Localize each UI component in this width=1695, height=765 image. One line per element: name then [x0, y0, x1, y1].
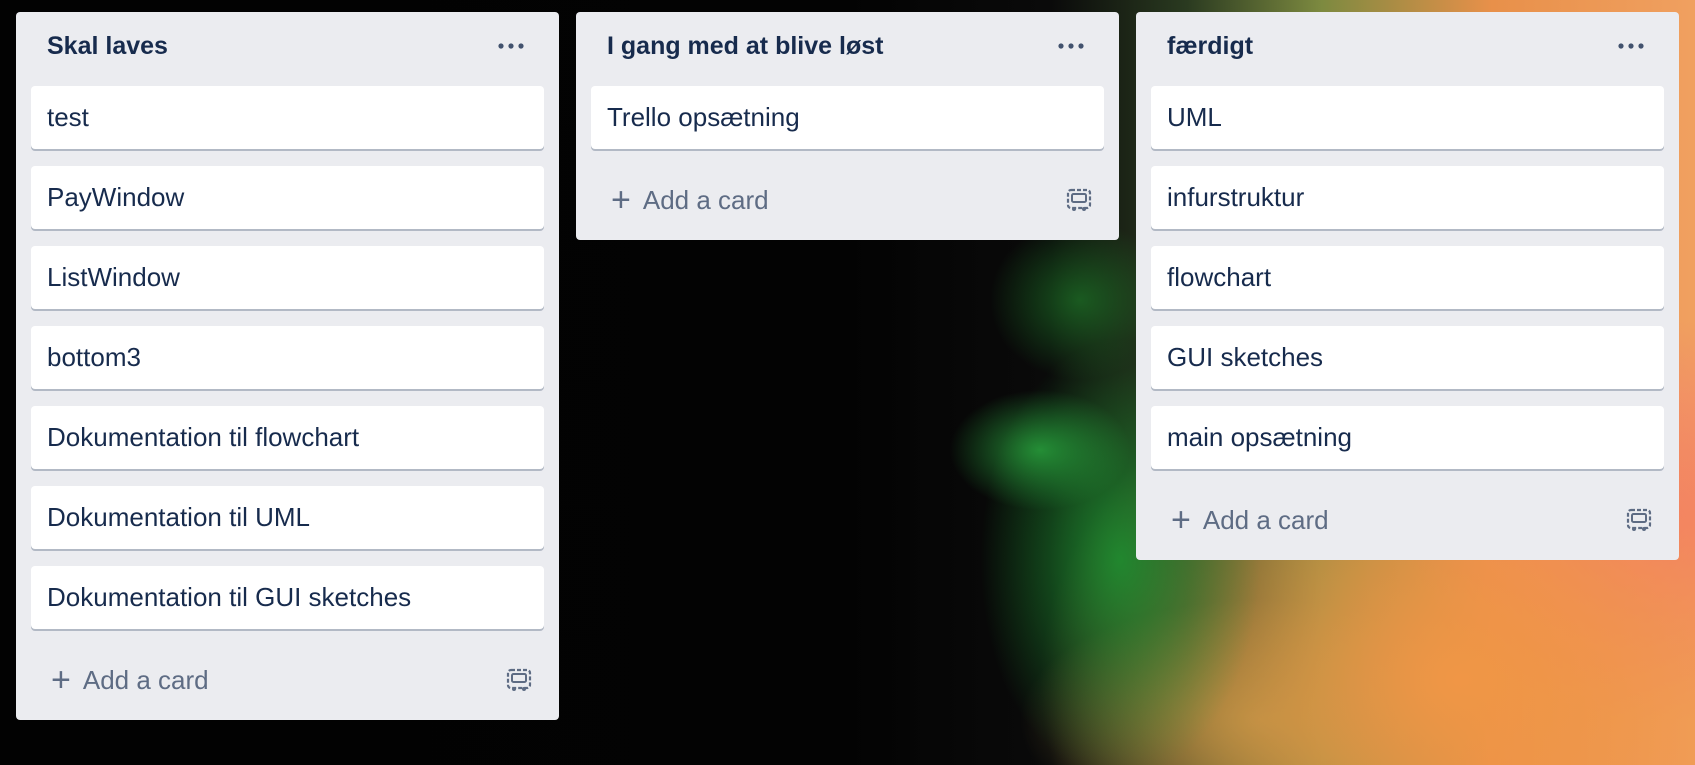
- add-card-label: Add a card: [642, 184, 769, 215]
- add-card-label: Add a card: [1202, 504, 1329, 535]
- list-header: I gang med at blive løst: [591, 6, 1104, 86]
- plus-icon: +: [51, 661, 71, 699]
- add-card-label: Add a card: [82, 664, 209, 695]
- add-card-row: + Add a card: [591, 160, 1104, 240]
- list-title[interactable]: I gang med at blive løst: [607, 32, 883, 61]
- card[interactable]: Dokumentation til flowchart: [31, 406, 544, 469]
- card[interactable]: main opsætning: [1151, 406, 1664, 469]
- list-header: Skal laves: [31, 6, 544, 86]
- card[interactable]: UML: [1151, 86, 1664, 149]
- list-header: færdigt: [1151, 6, 1664, 86]
- add-card-row: + Add a card: [1151, 480, 1664, 560]
- card[interactable]: GUI sketches: [1151, 326, 1664, 389]
- card[interactable]: flowchart: [1151, 246, 1664, 309]
- card[interactable]: PayWindow: [31, 166, 544, 229]
- card[interactable]: infurstruktur: [1151, 166, 1664, 229]
- list-i-gang: I gang med at blive løst Trello opsætnin…: [576, 12, 1119, 240]
- add-card-button[interactable]: + Add a card: [51, 663, 209, 697]
- ellipsis-icon[interactable]: [494, 34, 528, 58]
- add-card-button[interactable]: + Add a card: [1171, 503, 1329, 537]
- card-template-icon[interactable]: [1064, 185, 1094, 215]
- add-card-button[interactable]: + Add a card: [611, 183, 769, 217]
- card[interactable]: Trello opsætning: [591, 86, 1104, 149]
- list-title[interactable]: færdigt: [1167, 32, 1253, 61]
- card-template-icon[interactable]: [504, 665, 534, 695]
- card[interactable]: test: [31, 86, 544, 149]
- card[interactable]: bottom3: [31, 326, 544, 389]
- plus-icon: +: [611, 181, 631, 219]
- card[interactable]: Dokumentation til GUI sketches: [31, 566, 544, 629]
- ellipsis-icon[interactable]: [1054, 34, 1088, 58]
- card-template-icon[interactable]: [1624, 505, 1654, 535]
- card[interactable]: ListWindow: [31, 246, 544, 309]
- ellipsis-icon[interactable]: [1614, 34, 1648, 58]
- plus-icon: +: [1171, 501, 1191, 539]
- list-skal-laves: Skal laves test PayWindow ListWindow bot…: [16, 12, 559, 720]
- list-faerdigt: færdigt UML infurstruktur flowchart GUI …: [1136, 12, 1679, 560]
- list-title[interactable]: Skal laves: [47, 32, 168, 61]
- add-card-row: + Add a card: [31, 640, 544, 720]
- card[interactable]: Dokumentation til UML: [31, 486, 544, 549]
- board: Skal laves test PayWindow ListWindow bot…: [16, 12, 1679, 720]
